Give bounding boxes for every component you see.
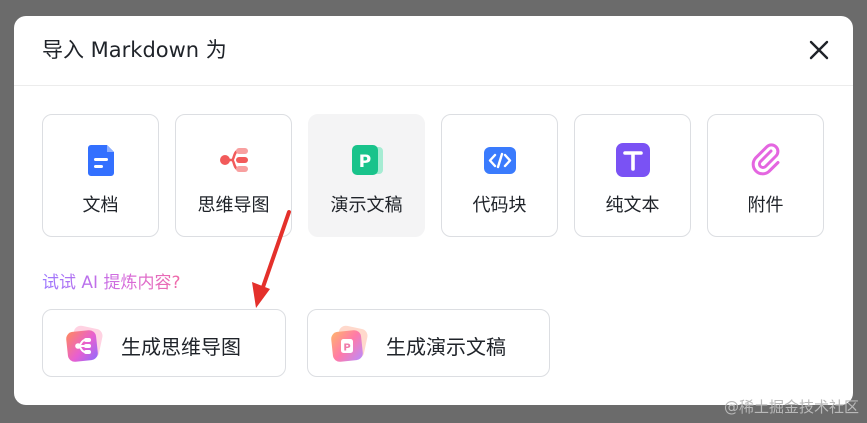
close-icon[interactable]	[807, 38, 831, 62]
svg-text:P: P	[343, 343, 350, 354]
import-option-label: 纯文本	[605, 195, 660, 216]
import-option-label: 文档	[82, 195, 119, 216]
code-block-icon	[482, 142, 518, 178]
dialog-header: 导入 Markdown 为	[14, 16, 853, 86]
import-option-label: 思维导图	[197, 195, 270, 216]
import-as-slides-button[interactable]: P 演示文稿	[308, 114, 425, 237]
generate-slides-label: 生成演示文稿	[386, 335, 506, 359]
import-as-plain-text-button[interactable]: 纯文本	[574, 114, 691, 237]
import-as-attachment-button[interactable]: 附件	[707, 114, 824, 237]
doc-icon	[83, 142, 119, 178]
generate-mindmap-label: 生成思维导图	[121, 335, 241, 359]
import-option-label: 代码块	[472, 195, 527, 216]
import-option-label: 演示文稿	[330, 195, 403, 216]
watermark: @稀土掘金技术社区	[723, 398, 859, 416]
import-markdown-dialog: 导入 Markdown 为 文档 思维导图 P 演示文稿 代码块 纯文本 附件 …	[14, 16, 853, 405]
ai-hint-text: 试试 AI 提炼内容?	[42, 273, 181, 293]
svg-text:P: P	[359, 152, 371, 172]
text-icon	[615, 142, 651, 178]
import-as-doc-button[interactable]: 文档	[42, 114, 159, 237]
ai-mindmap-icon	[63, 323, 105, 365]
paperclip-icon	[748, 142, 784, 178]
import-as-mindmap-button[interactable]: 思维导图	[175, 114, 292, 237]
generate-mindmap-button[interactable]: 生成思维导图	[42, 309, 286, 377]
import-option-label: 附件	[747, 195, 784, 216]
generate-slides-button[interactable]: P 生成演示文稿	[307, 309, 550, 377]
mindmap-icon	[216, 142, 252, 178]
dialog-title: 导入 Markdown 为	[42, 38, 227, 62]
ai-slides-icon: P	[328, 323, 370, 365]
import-as-code-block-button[interactable]: 代码块	[441, 114, 558, 237]
slides-icon: P	[349, 142, 385, 178]
